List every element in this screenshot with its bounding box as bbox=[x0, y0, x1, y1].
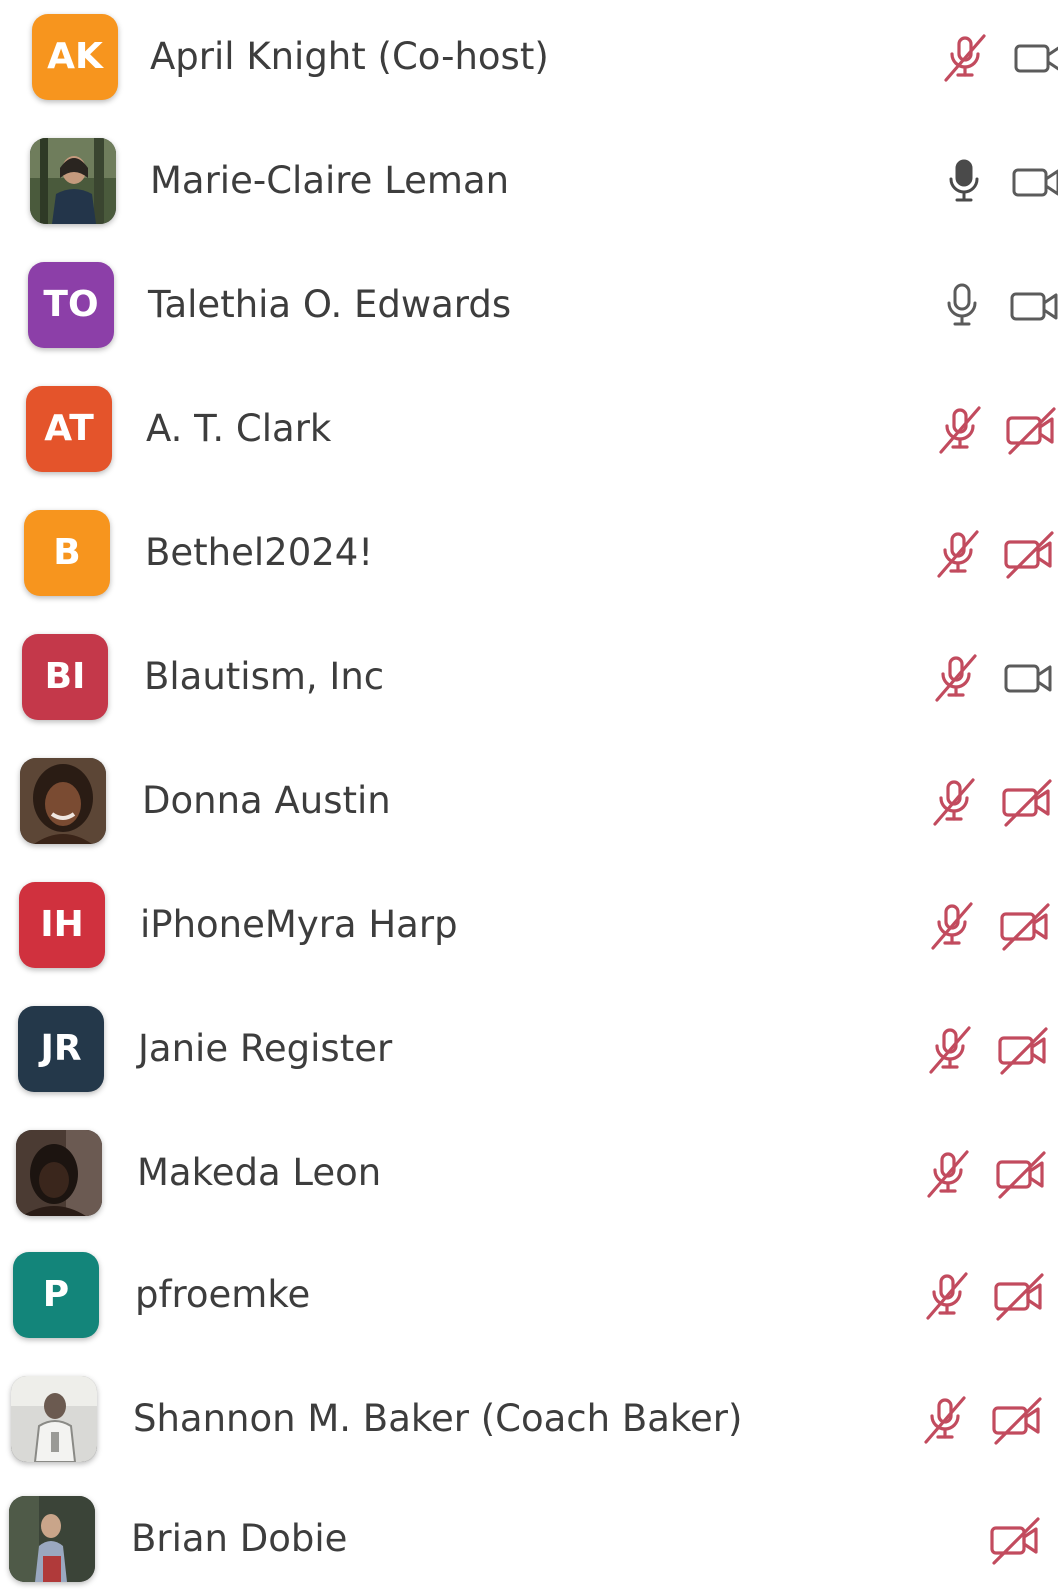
participant-name: A. T. Clark bbox=[146, 407, 332, 450]
participant-row[interactable]: BI Blautism, Inc bbox=[0, 622, 1058, 732]
participant-name: Blautism, Inc bbox=[144, 655, 385, 698]
avatar: TO bbox=[28, 262, 114, 348]
participant-row[interactable]: Donna Austin bbox=[0, 746, 1058, 856]
participant-name: Makeda Leon bbox=[137, 1151, 382, 1194]
participant-row[interactable]: Brian Dobie bbox=[0, 1484, 1058, 1594]
mic-muted-icon[interactable] bbox=[918, 1393, 972, 1447]
avatar: AK bbox=[32, 14, 118, 100]
mic-muted-icon[interactable] bbox=[929, 651, 983, 705]
avatar bbox=[30, 138, 116, 224]
participant-list: AK April Knight (Co-host) Marie-Claire L… bbox=[0, 0, 1058, 1582]
participant-row[interactable]: AK April Knight (Co-host) bbox=[0, 2, 1058, 112]
mic-muted-icon[interactable] bbox=[931, 527, 985, 581]
participant-row[interactable]: AT A. T. Clark bbox=[0, 374, 1058, 484]
video-camera-icon[interactable] bbox=[1012, 31, 1058, 85]
participant-name: Brian Dobie bbox=[131, 1517, 348, 1560]
mic-muted-icon[interactable] bbox=[927, 775, 981, 829]
participant-row[interactable]: TO Talethia O. Edwards bbox=[0, 250, 1058, 360]
participant-row[interactable]: Shannon M. Baker (Coach Baker) bbox=[0, 1364, 1058, 1474]
participant-name: Janie Register bbox=[138, 1027, 393, 1070]
mic-muted-icon[interactable] bbox=[938, 31, 992, 85]
participant-name: Marie-Claire Leman bbox=[150, 159, 510, 202]
avatar: AT bbox=[26, 386, 112, 472]
video-off-icon[interactable] bbox=[994, 1147, 1048, 1201]
avatar: JR bbox=[18, 1006, 104, 1092]
participant-row[interactable]: Makeda Leon bbox=[0, 1118, 1058, 1228]
participant-name: Shannon M. Baker (Coach Baker) bbox=[133, 1397, 743, 1440]
participant-name: Donna Austin bbox=[142, 779, 391, 822]
avatar bbox=[20, 758, 106, 844]
video-camera-icon[interactable] bbox=[1002, 651, 1056, 705]
mic-muted-icon[interactable] bbox=[925, 899, 979, 953]
video-camera-icon[interactable] bbox=[1008, 279, 1058, 333]
avatar bbox=[16, 1130, 102, 1216]
microphone-icon[interactable] bbox=[935, 279, 989, 333]
participant-name: April Knight (Co-host) bbox=[150, 35, 549, 78]
participant-row[interactable]: Marie-Claire Leman bbox=[0, 126, 1058, 236]
video-off-icon[interactable] bbox=[1002, 527, 1056, 581]
mic-muted-icon[interactable] bbox=[920, 1269, 974, 1323]
video-off-icon[interactable] bbox=[1000, 775, 1054, 829]
mic-muted-icon[interactable] bbox=[921, 1147, 975, 1201]
avatar: B bbox=[24, 510, 110, 596]
video-off-icon[interactable] bbox=[1004, 403, 1058, 457]
avatar: BI bbox=[22, 634, 108, 720]
avatar: IH bbox=[19, 882, 105, 968]
video-off-icon[interactable] bbox=[990, 1393, 1044, 1447]
participant-name: Talethia O. Edwards bbox=[148, 283, 512, 326]
microphone-icon[interactable] bbox=[937, 155, 991, 209]
participant-row[interactable]: JR Janie Register bbox=[0, 994, 1058, 1104]
mic-muted-icon[interactable] bbox=[933, 403, 987, 457]
participant-row[interactable]: P pfroemke bbox=[0, 1240, 1058, 1350]
avatar bbox=[11, 1376, 97, 1462]
avatar bbox=[9, 1496, 95, 1582]
participant-name: Bethel2024! bbox=[145, 531, 374, 574]
participant-name: iPhoneMyra Harp bbox=[140, 903, 458, 946]
mic-muted-icon[interactable] bbox=[923, 1023, 977, 1077]
video-off-icon[interactable] bbox=[988, 1513, 1042, 1567]
video-camera-icon[interactable] bbox=[1010, 155, 1058, 209]
participant-name: pfroemke bbox=[135, 1273, 311, 1316]
video-off-icon[interactable] bbox=[996, 1023, 1050, 1077]
video-off-icon[interactable] bbox=[998, 899, 1052, 953]
video-off-icon[interactable] bbox=[992, 1269, 1046, 1323]
participant-row[interactable]: IH iPhoneMyra Harp bbox=[0, 870, 1058, 980]
participant-row[interactable]: B Bethel2024! bbox=[0, 498, 1058, 608]
avatar: P bbox=[13, 1252, 99, 1338]
